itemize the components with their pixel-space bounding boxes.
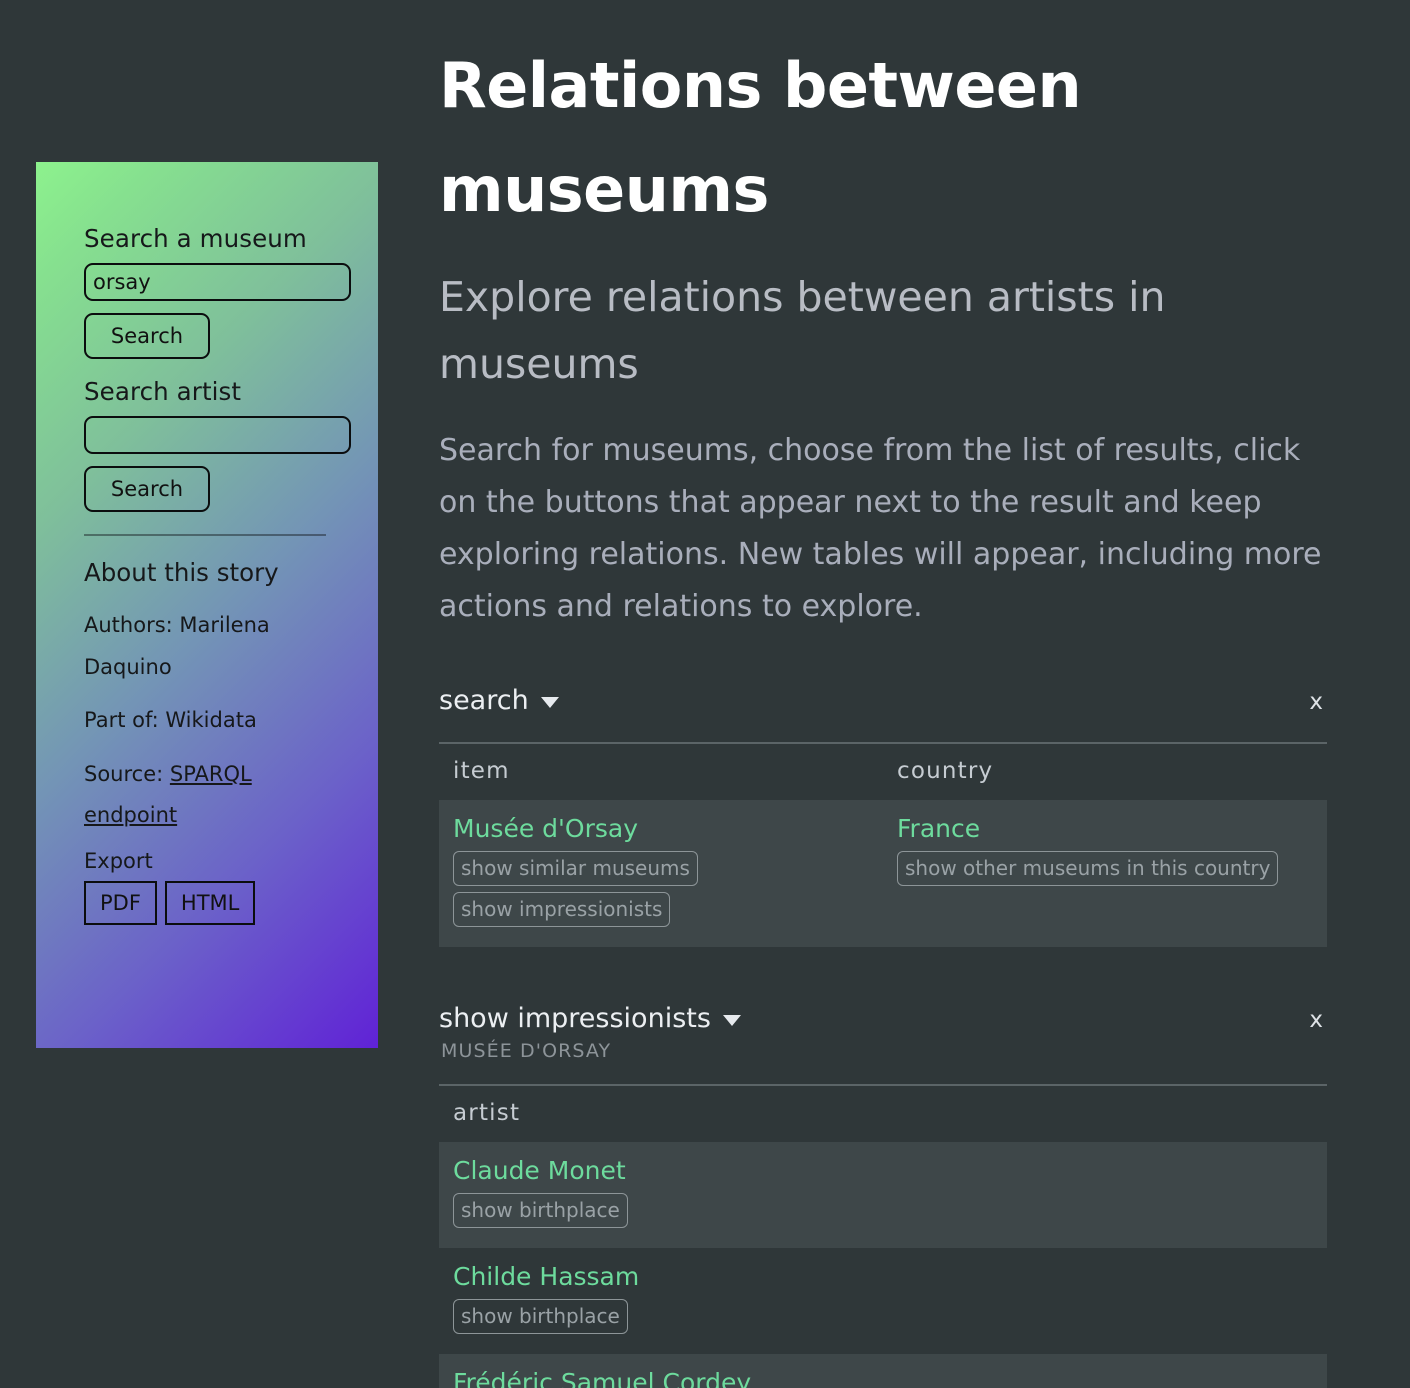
page-subtitle: Explore relations between artists in mus… <box>439 273 1166 388</box>
entity-label: France <box>897 813 981 843</box>
artist-search-button[interactable]: Search <box>84 466 210 512</box>
cell-actions: show birthplace <box>453 1192 1327 1234</box>
result-block: search x item country Musée d'Orsay show simi… <box>439 685 1327 947</box>
result-block-header: show impressionists MUSÉE D'ORSAY x <box>439 1003 1327 1062</box>
entity-label: Frédéric Samuel Cordey <box>453 1367 752 1388</box>
page-title: Relations between museums <box>439 49 1082 227</box>
app-root: Search a museum Search Search artist Sea… <box>0 0 1410 1388</box>
table-cell: Frédéric Samuel Cordeyshow birthplace <box>439 1354 1327 1388</box>
table-row: Claude Monet show birthplace <box>439 1141 1327 1248</box>
action-button[interactable]: show birthplace <box>453 1298 628 1334</box>
action-button[interactable]: show impressionists <box>453 891 671 927</box>
source-text: Source: SPARQL endpoint <box>84 754 334 837</box>
table-cell: Musée d'Orsay show similar museums show im… <box>439 800 883 947</box>
export-pdf-button[interactable]: PDF <box>84 880 157 925</box>
museum-search-label: Search a museum <box>84 224 307 253</box>
page-intro: Search for museums, choose from the list… <box>439 433 1322 624</box>
authors-text: Authors: Marilena Daquino <box>84 613 270 679</box>
column-header: country <box>883 741 1327 800</box>
close-icon[interactable]: x <box>1299 1003 1333 1038</box>
action-button[interactable]: show birthplace <box>453 1192 628 1228</box>
relations-table: artist Claude Monet show birthplace Childe … <box>439 1083 1327 1388</box>
result-block-title-label: show impressionists <box>439 1002 711 1034</box>
source-prefix: Source: <box>84 761 170 786</box>
table-header-row: artist <box>439 1083 1327 1142</box>
chevron-down-icon[interactable] <box>540 697 559 709</box>
column-header: item <box>439 741 883 800</box>
table-cell: Childe Hassam show birthplace <box>439 1248 1327 1354</box>
action-button[interactable]: show similar museums <box>453 850 698 886</box>
museum-search-input[interactable] <box>84 263 351 301</box>
cell-actions: show similar museums show impressionists <box>453 850 883 933</box>
entity-label: Claude Monet <box>453 1155 626 1185</box>
sidebar-divider <box>84 534 326 536</box>
about-heading: About this story <box>84 558 279 587</box>
table-row: Frédéric Samuel Cordeyshow birthplace <box>439 1353 1327 1388</box>
result-blocks: search x item country Musée d'Orsay show simi… <box>439 685 1339 1388</box>
action-button[interactable]: show other museums in this country <box>897 850 1279 886</box>
result-block-subtitle: MUSÉE D'ORSAY <box>441 1039 612 1062</box>
sidebar: Search a museum Search Search artist Sea… <box>36 162 378 1048</box>
result-block-header: search x <box>439 685 1327 720</box>
result-block: show impressionists MUSÉE D'ORSAY x artist C… <box>439 1003 1327 1388</box>
part-of-text: Part of: Wikidata <box>84 708 257 733</box>
export-buttons: PDF HTML <box>84 880 352 925</box>
table-cell: Claude Monet show birthplace <box>439 1142 1327 1248</box>
export-label: Export <box>84 848 153 873</box>
relations-table: item country Musée d'Orsay show similar mus… <box>439 741 1327 947</box>
chevron-down-icon[interactable] <box>722 1015 741 1027</box>
museum-search-button[interactable]: Search <box>84 313 210 359</box>
artist-search-input[interactable] <box>84 416 351 454</box>
cell-actions: show birthplace <box>453 1298 1327 1340</box>
artist-search-label: Search artist <box>84 377 242 406</box>
main-content: Relations between museums Explore relati… <box>439 0 1339 1388</box>
result-block-title[interactable]: search <box>439 685 559 716</box>
export-html-button[interactable]: HTML <box>164 880 256 925</box>
close-icon[interactable]: x <box>1299 685 1333 720</box>
entity-label: Childe Hassam <box>453 1261 640 1291</box>
table-header-row: item country <box>439 741 1327 800</box>
column-header: artist <box>439 1083 1327 1142</box>
result-block-title-label: search <box>439 684 529 716</box>
result-block-title[interactable]: show impressionists <box>439 1003 741 1034</box>
table-row: Musée d'Orsay show similar museums show im… <box>439 799 1327 947</box>
cell-actions: show other museums in this country <box>897 850 1327 892</box>
table-row: Childe Hassam show birthplace <box>439 1248 1327 1354</box>
entity-label: Musée d'Orsay <box>453 813 638 843</box>
table-cell: France show other museums in this country <box>883 800 1327 947</box>
